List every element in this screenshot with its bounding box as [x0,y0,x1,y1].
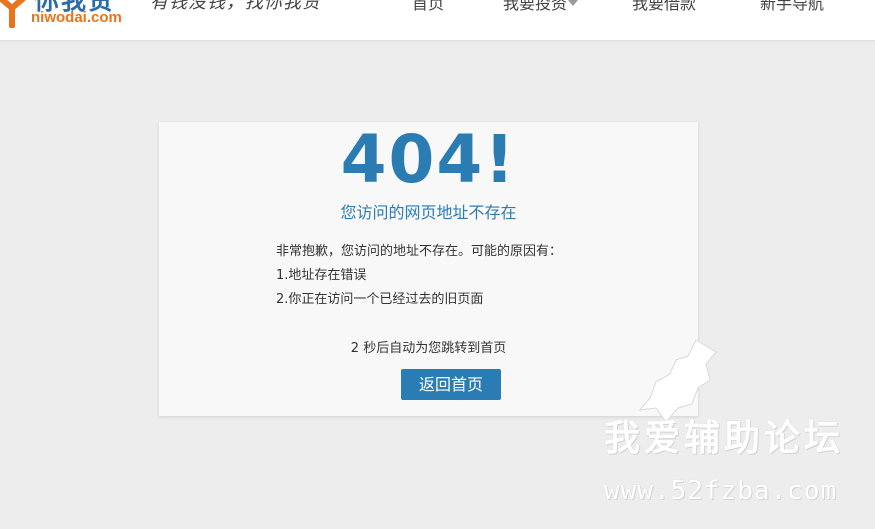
nav-item-label: 我要投资 [503,0,568,13]
nav-item-guide[interactable]: 新手导航 [760,0,824,15]
error-reason-2: 2.你正在访问一个已经过去的旧页面 [276,292,484,307]
nav-item-label: 新手导航 [760,0,825,13]
site-slogan: 有钱没钱，找你我贷 [150,0,321,13]
chevron-down-icon [568,0,579,6]
nav-item-label: 我要借款 [632,0,697,13]
site-logo[interactable]: 你我贷 niwodai.com [0,0,144,30]
back-to-home-button[interactable]: 返回首页 [401,369,501,400]
nav-item-borrow[interactable]: 我要借款 [632,0,696,15]
error-reason-1: 1.地址存在错误 [276,268,367,283]
error-subtitle: 您访问的网页地址不存在 [340,203,517,222]
logo-name-en: niwodai.com [31,9,122,26]
logo-mark-icon [0,0,26,28]
nav-item-invest[interactable]: 我要投资 [503,0,579,15]
watermark-url: www.52fzba.com [604,476,838,506]
nav-item-home[interactable]: 首页 [412,0,444,15]
nav-item-label: 首页 [412,0,445,13]
watermark-text: 我爱辅助论坛 [604,418,845,459]
site-header: 你我贷 niwodai.com 有钱没钱，找你我贷 首页 我要投资 我要借款 新… [0,0,875,41]
error-code: 404! [340,121,517,198]
watermark-logo-icon [638,339,717,423]
error-card: 404! 您访问的网页地址不存在 非常抱歉，您访问的地址不存在。可能的原因有： … [159,122,698,416]
error-message-intro: 非常抱歉，您访问的地址不存在。可能的原因有： [276,244,563,259]
redirect-countdown: 2 秒后自动为您跳转到首页 [350,341,507,356]
